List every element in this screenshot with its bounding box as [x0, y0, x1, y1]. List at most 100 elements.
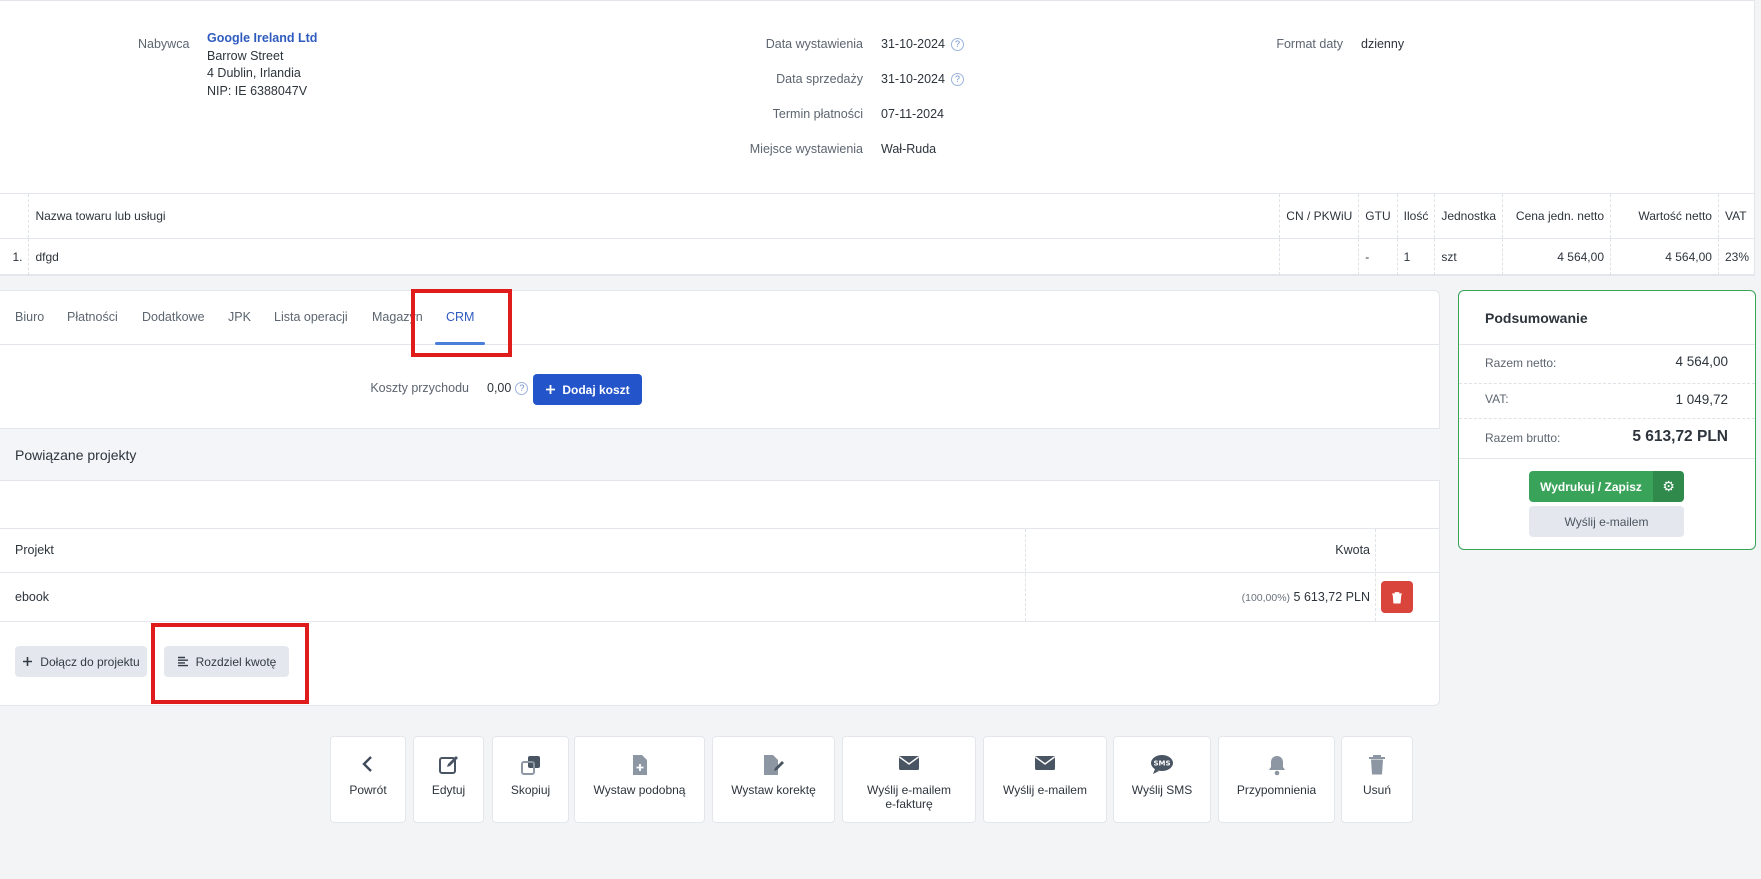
project-amount: (100,00%) 5 613,72 PLN — [1242, 590, 1370, 604]
pencil-icon — [438, 756, 458, 774]
row-qty: 1 — [1397, 238, 1436, 276]
issue-date-label: Data wystawienia — [765, 37, 863, 51]
buyer-name-link[interactable]: Google Ireland Ltd — [207, 31, 317, 45]
summary-card: Podsumowanie Razem netto: 4 564,00 VAT: … — [1458, 290, 1756, 550]
attach-to-project-button[interactable]: Dołącz do projektu — [15, 646, 147, 677]
summary-title: Podsumowanie — [1485, 310, 1588, 326]
col-net-value: Wartość netto — [1610, 193, 1719, 239]
send-einvoice-line1: Wyślij e-mailem — [867, 783, 951, 797]
row-cn — [1279, 238, 1360, 276]
envelope-icon — [899, 756, 919, 770]
row-no: 1. — [0, 238, 30, 276]
reminders-button[interactable]: Przypomnienia — [1218, 736, 1335, 823]
row-net-value: 4 564,00 — [1610, 238, 1719, 276]
issue-date-value: 31-10-2024? — [881, 37, 964, 52]
items-table: Nazwa towaru lub usługi CN / PKWiU GTU I… — [0, 193, 1755, 276]
file-plus-icon — [632, 755, 647, 775]
due-date-label: Termin płatności — [772, 107, 863, 121]
summary-divider — [1459, 344, 1755, 345]
copy-button[interactable]: Skopiuj — [492, 736, 569, 823]
envelope-icon — [1035, 756, 1055, 770]
create-correction-button[interactable]: Wystaw korektę — [712, 736, 835, 823]
col-unit: Jednostka — [1434, 193, 1504, 239]
question-circle-icon[interactable]: ? — [950, 73, 964, 87]
tab-biuro[interactable]: Biuro — [15, 310, 44, 324]
summary-divider — [1459, 418, 1755, 419]
print-settings-button[interactable]: ⚙ — [1653, 471, 1684, 502]
vat-label: VAT: — [1485, 392, 1509, 406]
trash-icon — [1369, 755, 1385, 775]
net-total-value: 4 564,00 — [1675, 354, 1728, 369]
costs-amount: 0,00 — [487, 381, 512, 395]
col-unit-price: Cena jedn. netto — [1502, 193, 1611, 239]
col-cn: CN / PKWiU — [1279, 193, 1360, 239]
gear-icon: ⚙ — [1662, 478, 1675, 494]
project-name: ebook — [15, 590, 50, 604]
question-circle-icon[interactable]: ? — [950, 38, 964, 52]
related-projects-header — [0, 428, 1440, 481]
send-einvoice-line2: e-fakturę — [885, 797, 933, 811]
send-sms-label: Wyślij SMS — [1131, 783, 1193, 797]
create-similar-label: Wystaw podobną — [593, 783, 686, 797]
net-total-label: Razem netto: — [1485, 356, 1557, 370]
items-table-header: Nazwa towaru lub usługi CN / PKWiU GTU I… — [0, 193, 1755, 239]
col-qty: Ilość — [1397, 193, 1436, 239]
back-button[interactable]: Powrót — [330, 736, 406, 823]
summary-divider — [1459, 383, 1755, 384]
costs-value: 0,00? — [487, 381, 529, 396]
buyer-street: Barrow Street — [207, 49, 284, 63]
highlight-box-split-button — [151, 623, 309, 704]
gross-total-label: Razem brutto: — [1485, 431, 1561, 445]
tab-dodatkowe[interactable]: Dodatkowe — [142, 310, 205, 324]
date-format-value: dzienny — [1361, 37, 1405, 51]
edit-button[interactable]: Edytuj — [413, 736, 484, 823]
row-unit: szt — [1434, 238, 1504, 276]
reminders-label: Przypomnienia — [1236, 783, 1317, 797]
issue-place-value: Wał-Ruda — [881, 142, 937, 156]
print-save-button[interactable]: Wydrukuj / Zapisz — [1529, 471, 1653, 502]
delete-invoice-button[interactable]: Usuń — [1341, 736, 1413, 823]
related-projects-title: Powiązane projekty — [15, 447, 137, 463]
question-circle-icon[interactable]: ? — [515, 382, 529, 396]
project-amount-value: 5 613,72 PLN — [1293, 590, 1370, 604]
send-email-action-label: Wyślij e-mailem — [1003, 783, 1087, 797]
issue-date-text: 31-10-2024 — [881, 37, 945, 51]
send-email-action-button[interactable]: Wyślij e-mailem — [983, 736, 1107, 823]
buyer-tax-id: NIP: IE 6388047V — [207, 84, 308, 98]
delete-invoice-label: Usuń — [1362, 783, 1391, 797]
costs-label: Koszty przychodu — [370, 381, 469, 395]
highlight-box-crm-tab — [411, 289, 512, 357]
row-vat: 23% — [1718, 238, 1755, 276]
svg-text:SMS: SMS — [1153, 760, 1170, 768]
sms-bubble-icon: SMS — [1151, 755, 1173, 774]
create-similar-button[interactable]: Wystaw podobną — [574, 736, 705, 823]
tab-lista-operacji[interactable]: Lista operacji — [274, 310, 348, 324]
buyer-city: 4 Dublin, Irlandia — [207, 66, 301, 80]
send-einvoice-button[interactable]: Wyślij e-mailem e-fakturę — [842, 736, 976, 823]
copy-icon — [520, 756, 540, 775]
col-name: Nazwa towaru lub usługi — [28, 193, 1281, 239]
plus-icon — [23, 657, 33, 666]
row-unit-price: 4 564,00 — [1502, 238, 1611, 276]
sale-date-text: 31-10-2024 — [881, 72, 945, 86]
row-gtu: - — [1358, 238, 1398, 276]
tab-jpk[interactable]: JPK — [228, 310, 251, 324]
delete-project-button[interactable] — [1381, 581, 1413, 613]
back-label: Powrót — [349, 783, 387, 797]
sale-date-value: 31-10-2024? — [881, 72, 964, 87]
send-sms-button[interactable]: SMS Wyślij SMS — [1113, 736, 1211, 823]
tab-platnosci[interactable]: Płatności — [67, 310, 118, 324]
summary-divider — [1459, 458, 1755, 459]
file-edit-icon — [763, 755, 784, 775]
copy-label: Skopiuj — [510, 783, 551, 797]
divider — [0, 528, 1440, 529]
trash-icon — [1392, 591, 1402, 603]
attach-to-project-label: Dołącz do projektu — [40, 654, 140, 669]
send-einvoice-label: Wyślij e-mailem e-fakturę — [843, 783, 975, 811]
add-cost-button[interactable]: Dodaj koszt — [533, 374, 642, 405]
row-name: dfgd — [28, 238, 1281, 276]
send-email-button[interactable]: Wyślij e-mailem — [1529, 506, 1684, 537]
bell-icon — [1268, 756, 1285, 776]
tabs-divider — [0, 344, 1440, 345]
edit-label: Edytuj — [431, 783, 466, 797]
